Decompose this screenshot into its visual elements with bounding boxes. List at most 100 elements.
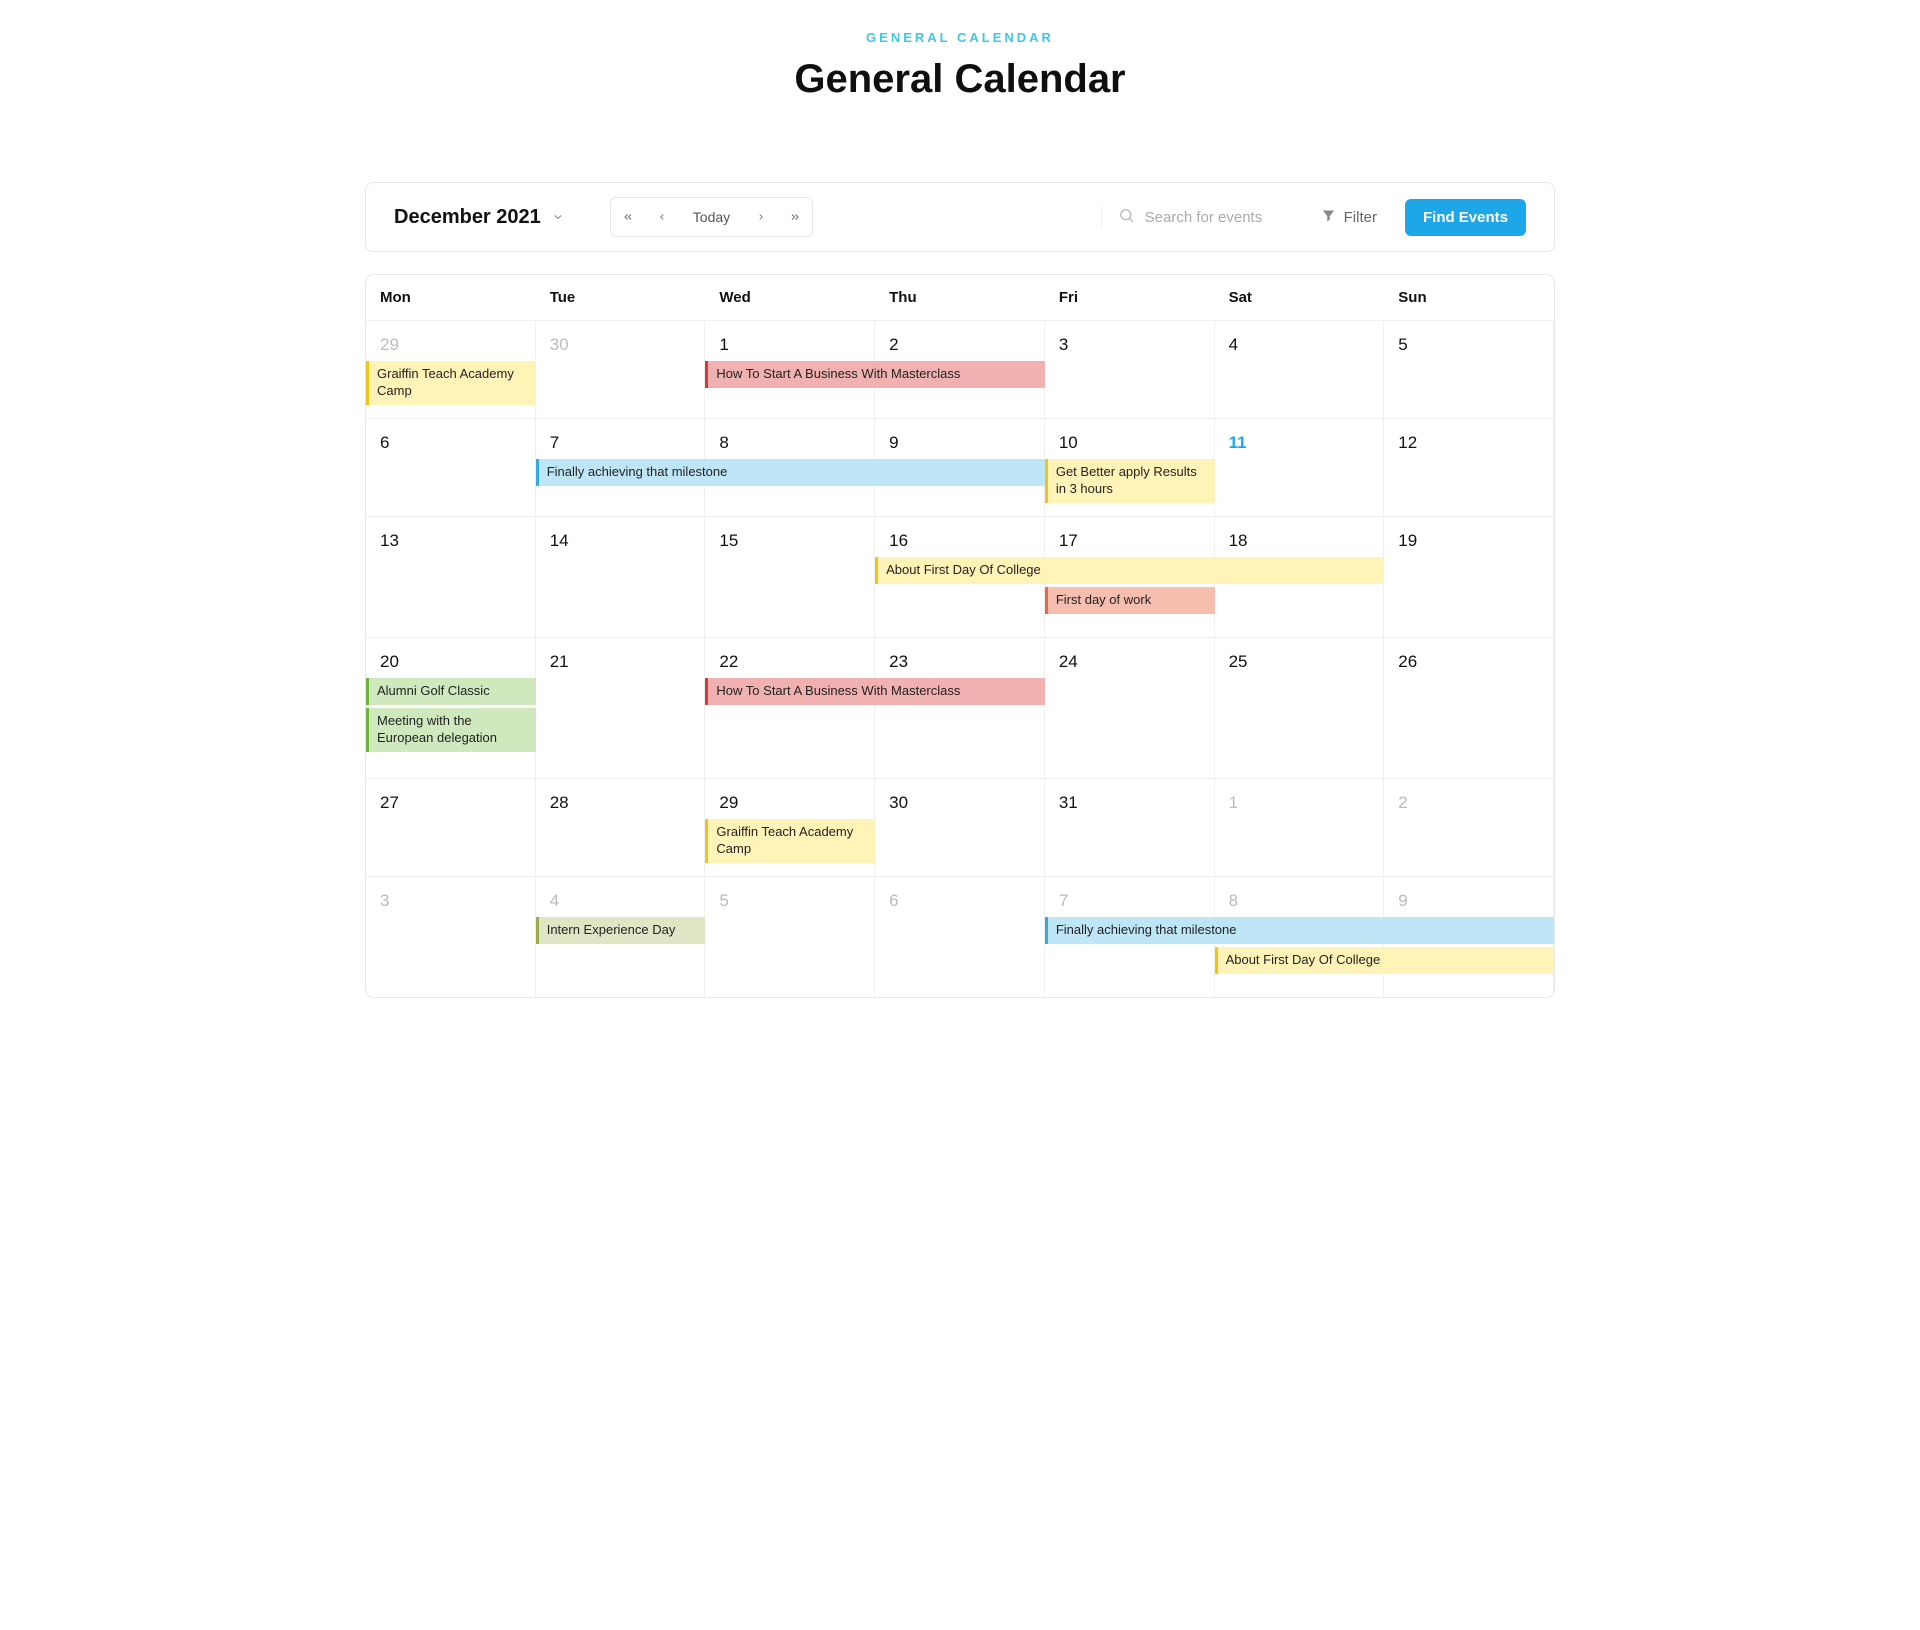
weekday-header: Sun	[1384, 275, 1554, 320]
day-number: 8	[719, 433, 874, 453]
calendar-day[interactable]: 28	[536, 779, 706, 876]
day-number: 5	[719, 891, 874, 911]
day-number: 14	[550, 531, 705, 551]
calendar-day[interactable]: 5	[1384, 321, 1554, 418]
weekday-header: Thu	[875, 275, 1045, 320]
weekday-header: Fri	[1045, 275, 1215, 320]
calendar-day[interactable]: 2	[1384, 779, 1554, 876]
calendar-event[interactable]: First day of work	[1045, 587, 1215, 614]
calendar-day[interactable]: 11	[1215, 419, 1385, 516]
calendar-day[interactable]: 21	[536, 638, 706, 778]
day-number: 1	[1229, 793, 1384, 813]
calendar-event[interactable]: Get Better apply Results in 3 hours	[1045, 459, 1215, 503]
calendar-week: 6789 10 11 12 Finally achieving that milesto…	[366, 419, 1554, 517]
day-number: 25	[1229, 652, 1384, 672]
day-number: 6	[889, 891, 1044, 911]
section-eyebrow: GENERAL CALENDAR	[365, 30, 1555, 45]
day-number: 11	[1229, 433, 1384, 453]
day-number: 17	[1059, 531, 1214, 551]
day-number: 21	[550, 652, 705, 672]
day-number: 29	[719, 793, 874, 813]
chevron-down-icon	[551, 210, 565, 224]
calendar-day[interactable]: 3	[366, 877, 536, 997]
page-title: General Calendar	[365, 57, 1555, 102]
date-nav-group: Today	[610, 197, 813, 237]
prev-month-button[interactable]	[645, 198, 679, 236]
search-input[interactable]	[1143, 208, 1293, 227]
day-number: 4	[550, 891, 705, 911]
calendar-day[interactable]: 14	[536, 517, 706, 637]
calendar-day[interactable]: 27	[366, 779, 536, 876]
calendar-toolbar: December 2021 Today	[365, 182, 1555, 252]
filter-label: Filter	[1344, 209, 1377, 226]
day-number: 7	[1059, 891, 1214, 911]
day-number: 2	[1398, 793, 1553, 813]
calendar-event[interactable]: Intern Experience Day	[536, 917, 706, 944]
next-month-button[interactable]	[744, 198, 778, 236]
calendar-day[interactable]: 13	[366, 517, 536, 637]
month-picker[interactable]: December 2021	[394, 206, 565, 229]
weekday-header: Tue	[536, 275, 706, 320]
calendar-day[interactable]: 31	[1045, 779, 1215, 876]
calendar-day[interactable]: 22	[705, 638, 875, 778]
calendar-day[interactable]: 12	[1384, 419, 1554, 516]
day-number: 18	[1229, 531, 1384, 551]
day-number: 10	[1059, 433, 1214, 453]
calendar-day[interactable]: 23	[875, 638, 1045, 778]
day-number: 26	[1398, 652, 1553, 672]
calendar-event[interactable]: About First Day Of College	[875, 557, 1384, 584]
calendar-week: 3456789Intern Experience DayFinally achi…	[366, 877, 1554, 997]
calendar-event[interactable]: About First Day Of College	[1215, 947, 1554, 974]
day-number: 6	[380, 433, 535, 453]
calendar-day[interactable]: 19	[1384, 517, 1554, 637]
day-number: 23	[889, 652, 1044, 672]
calendar-week: 13141516171819About First Day Of College…	[366, 517, 1554, 638]
find-events-button[interactable]: Find Events	[1405, 199, 1526, 236]
calendar-day[interactable]: 1	[1215, 779, 1385, 876]
calendar-event[interactable]: Graiffin Teach Academy Camp	[366, 361, 536, 405]
calendar-day[interactable]: 25	[1215, 638, 1385, 778]
day-number: 9	[889, 433, 1044, 453]
calendar-day[interactable]: 24	[1045, 638, 1215, 778]
calendar-day[interactable]: 30	[536, 321, 706, 418]
day-number: 29	[380, 335, 535, 355]
day-number: 31	[1059, 793, 1214, 813]
day-number: 13	[380, 531, 535, 551]
calendar-event[interactable]: How To Start A Business With Masterclass	[705, 361, 1044, 388]
calendar-day[interactable]: 5	[705, 877, 875, 997]
day-number: 19	[1398, 531, 1553, 551]
calendar-day[interactable]: 30	[875, 779, 1045, 876]
calendar-event[interactable]: Alumni Golf Classic	[366, 678, 536, 705]
day-number: 3	[380, 891, 535, 911]
day-number: 5	[1398, 335, 1553, 355]
calendar-week: 20 21 22 23 24 25 26 Alumni Golf Classic Meeting…	[366, 638, 1554, 779]
day-number: 7	[550, 433, 705, 453]
day-number: 20	[380, 652, 535, 672]
calendar-event[interactable]: Graiffin Teach Academy Camp	[705, 819, 875, 863]
day-number: 4	[1229, 335, 1384, 355]
next-year-button[interactable]	[778, 198, 812, 236]
day-number: 3	[1059, 335, 1214, 355]
calendar-event[interactable]: Finally achieving that milestone	[1045, 917, 1554, 944]
calendar-event[interactable]: How To Start A Business With Masterclass	[705, 678, 1044, 705]
calendar-event[interactable]: Meeting with the European delegation	[366, 708, 536, 752]
calendar-day[interactable]: 4	[1215, 321, 1385, 418]
calendar-day[interactable]: 6	[875, 877, 1045, 997]
prev-year-button[interactable]	[611, 198, 645, 236]
day-number: 24	[1059, 652, 1214, 672]
search-icon	[1118, 207, 1135, 227]
filter-button[interactable]: Filter	[1321, 208, 1377, 227]
day-number: 22	[719, 652, 874, 672]
calendar-day[interactable]: 3	[1045, 321, 1215, 418]
day-number: 12	[1398, 433, 1553, 453]
weekday-header: Mon	[366, 275, 536, 320]
calendar-day[interactable]: 26	[1384, 638, 1554, 778]
day-number: 1	[719, 335, 874, 355]
day-number: 27	[380, 793, 535, 813]
today-button[interactable]: Today	[679, 198, 744, 236]
calendar-day[interactable]: 15	[705, 517, 875, 637]
calendar-day[interactable]: 6	[366, 419, 536, 516]
day-number: 8	[1229, 891, 1384, 911]
weekday-header: Wed	[705, 275, 875, 320]
calendar-event[interactable]: Finally achieving that milestone	[536, 459, 1045, 486]
